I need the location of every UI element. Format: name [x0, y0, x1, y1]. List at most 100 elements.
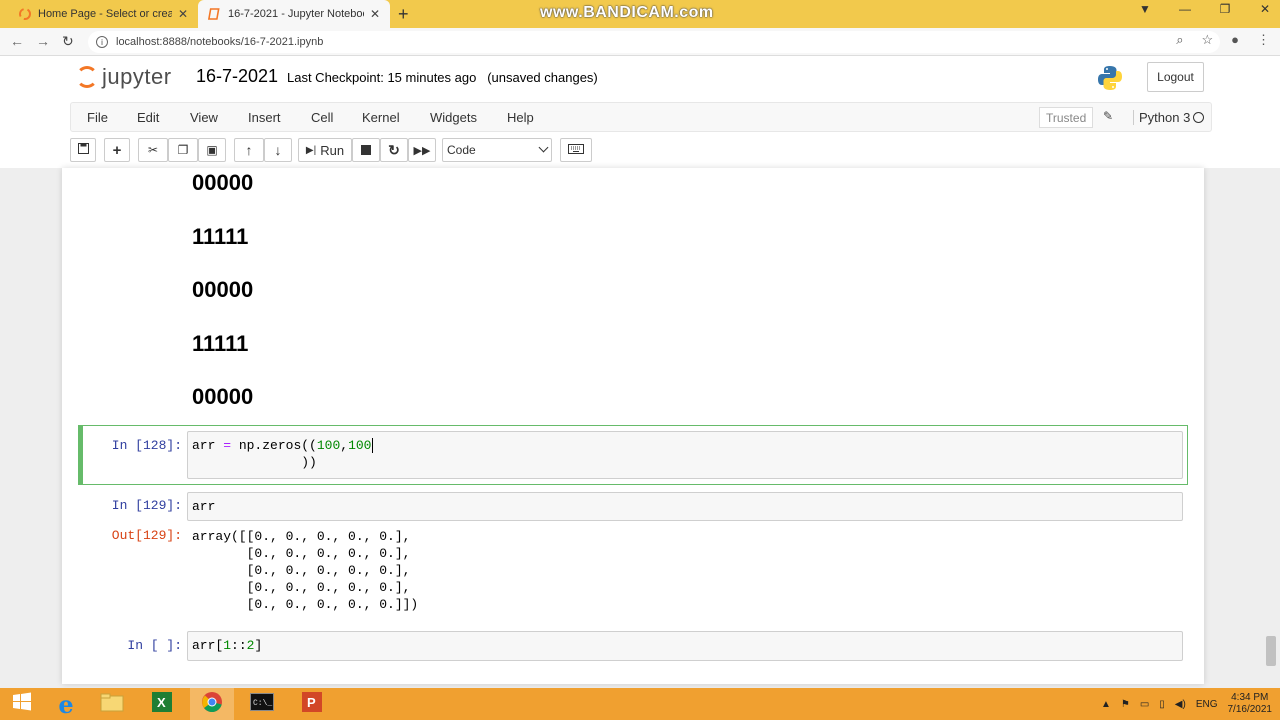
close-tab-icon[interactable]: ✕ [178, 7, 188, 21]
browser-menu-icon[interactable]: ⋮ [1257, 32, 1270, 48]
restart-icon: ↻ [388, 141, 400, 158]
code-number: 100 [316, 438, 341, 453]
network-icon[interactable]: ▭ [1140, 699, 1149, 710]
code-editor[interactable]: arr[1::2] [187, 631, 1183, 661]
menu-file[interactable]: File [87, 110, 108, 125]
internet-explorer-icon: e [58, 689, 74, 719]
url-text: localhost:8888/notebooks/16-7-2021.ipynb [116, 36, 324, 48]
arrow-down-icon: ↓ [274, 142, 282, 158]
page-scrollbar-thumb[interactable] [1266, 636, 1276, 666]
clock-time: 4:34 PM [1231, 692, 1269, 703]
markdown-output-line: 11111 [192, 331, 249, 356]
menu-insert[interactable]: Insert [248, 110, 281, 125]
insert-cell-button[interactable]: + [104, 138, 130, 162]
restart-run-all-button[interactable]: ▶▶ [408, 138, 436, 162]
menu-kernel[interactable]: Kernel [362, 110, 400, 125]
input-language[interactable]: ENG [1196, 699, 1218, 710]
save-icon [77, 143, 89, 157]
show-hidden-icons-icon[interactable]: ▲ [1101, 699, 1111, 710]
zoom-icon[interactable]: ⌕ [1176, 32, 1183, 48]
jupyter-logo-text: jupyter [102, 64, 172, 89]
maximize-icon[interactable]: ❐ [1218, 2, 1232, 16]
output-prompt: Out[129]: [111, 528, 182, 543]
system-tray: ▲ ⚑ ▭ ▯ ◀) ENG 4:34 PM 7/16/2021 [1101, 690, 1272, 718]
svg-text:X: X [157, 695, 166, 710]
cell-type-select[interactable]: Code [442, 138, 552, 162]
svg-text:P: P [307, 695, 316, 710]
restart-kernel-button[interactable]: ↻ [380, 138, 408, 162]
run-button[interactable]: ▶| Run [298, 138, 352, 162]
battery-icon[interactable]: ▯ [1159, 699, 1165, 710]
menu-edit[interactable]: Edit [137, 110, 159, 125]
new-tab-icon[interactable]: + [398, 4, 409, 25]
code-operator: = [223, 438, 232, 453]
command-palette-button[interactable] [560, 138, 592, 162]
code-token: )) [192, 455, 317, 470]
command-prompt-button[interactable]: C:\_ [240, 688, 284, 720]
notebook-container: 00000 11111 00000 11111 00000 In [128]: … [62, 168, 1204, 684]
interrupt-kernel-button[interactable] [352, 138, 380, 162]
chrome-button[interactable] [190, 688, 234, 720]
arrow-up-icon: ↑ [245, 142, 253, 158]
back-arrow-icon[interactable]: ← [10, 33, 24, 49]
svg-text:C:\_: C:\_ [253, 699, 272, 708]
menu-widgets[interactable]: Widgets [430, 110, 477, 125]
code-token: , [340, 438, 349, 453]
run-label: Run [320, 142, 345, 158]
browser-tab-bar: Home Page - Select or create a n ✕ 16-7-… [0, 0, 1280, 28]
system-clock[interactable]: 4:34 PM 7/16/2021 [1228, 692, 1273, 716]
text-cursor [372, 438, 374, 453]
trusted-badge[interactable]: Trusted [1039, 107, 1094, 128]
code-number: 1 [223, 638, 232, 653]
jupyter-logo[interactable]: jupyter [76, 64, 172, 90]
logout-button[interactable]: Logout [1147, 62, 1204, 92]
action-center-flag-icon[interactable]: ⚑ [1121, 699, 1130, 710]
file-explorer-button[interactable] [90, 688, 134, 720]
forward-arrow-icon[interactable]: → [36, 33, 50, 49]
code-token: arr [192, 499, 216, 514]
minimize-icon[interactable]: — [1178, 2, 1192, 16]
move-up-button[interactable]: ↑ [234, 138, 264, 162]
profile-dropdown-icon[interactable]: ▼ [1138, 2, 1152, 16]
tab-notebook[interactable]: 16-7-2021 - Jupyter Notebook ✕ [198, 0, 390, 28]
internet-explorer-button[interactable]: e [44, 688, 88, 720]
cut-button[interactable]: ✂ [138, 138, 168, 162]
kernel-name: Python 3 [1133, 110, 1190, 125]
reload-icon[interactable]: ↻ [62, 33, 74, 50]
code-token: arr [192, 438, 224, 453]
volume-icon[interactable]: ◀) [1175, 699, 1186, 710]
paste-button[interactable]: ▣ [198, 138, 226, 162]
window-controls: ▼ — ❐ ✕ [1138, 2, 1272, 16]
code-editor[interactable]: arr [187, 492, 1183, 521]
recording-watermark: www.BANDICAM.com [540, 4, 714, 21]
tab-home-page[interactable]: Home Page - Select or create a n ✕ [8, 0, 198, 28]
edit-pencil-icon[interactable]: ✎ [1103, 109, 1113, 123]
url-bar[interactable]: i localhost:8888/notebooks/16-7-2021.ipy… [88, 31, 1220, 53]
code-token: arr[ [192, 638, 224, 653]
powerpoint-button[interactable]: P [290, 688, 334, 720]
site-info-icon[interactable]: i [96, 36, 108, 48]
scissors-icon: ✂ [147, 143, 159, 157]
python-logo-icon [1096, 64, 1124, 92]
bookmark-star-icon[interactable]: ☆ [1201, 32, 1213, 48]
clock-date: 7/16/2021 [1227, 704, 1273, 715]
start-button[interactable] [0, 688, 44, 720]
notebook-name[interactable]: 16-7-2021 [196, 66, 278, 87]
copy-button[interactable]: ❐ [168, 138, 198, 162]
excel-button[interactable]: X [140, 688, 184, 720]
menu-cell[interactable]: Cell [311, 110, 333, 125]
code-editor[interactable]: arr = np.zeros((100,100 )) [187, 431, 1183, 479]
save-button[interactable] [70, 138, 96, 162]
code-token: ] [254, 638, 263, 653]
menu-view[interactable]: View [190, 110, 218, 125]
powerpoint-icon: P [301, 691, 323, 718]
close-tab-icon[interactable]: ✕ [370, 7, 380, 21]
copy-icon: ❐ [177, 143, 189, 157]
tab-title: Home Page - Select or create a n [38, 8, 172, 20]
close-window-icon[interactable]: ✕ [1258, 2, 1272, 16]
move-down-button[interactable]: ↓ [264, 138, 292, 162]
menu-help[interactable]: Help [507, 110, 534, 125]
address-toolbar: ← → ↻ i localhost:8888/notebooks/16-7-20… [0, 28, 1280, 56]
account-icon[interactable]: ● [1231, 32, 1239, 48]
code-number: 100 [348, 438, 372, 453]
